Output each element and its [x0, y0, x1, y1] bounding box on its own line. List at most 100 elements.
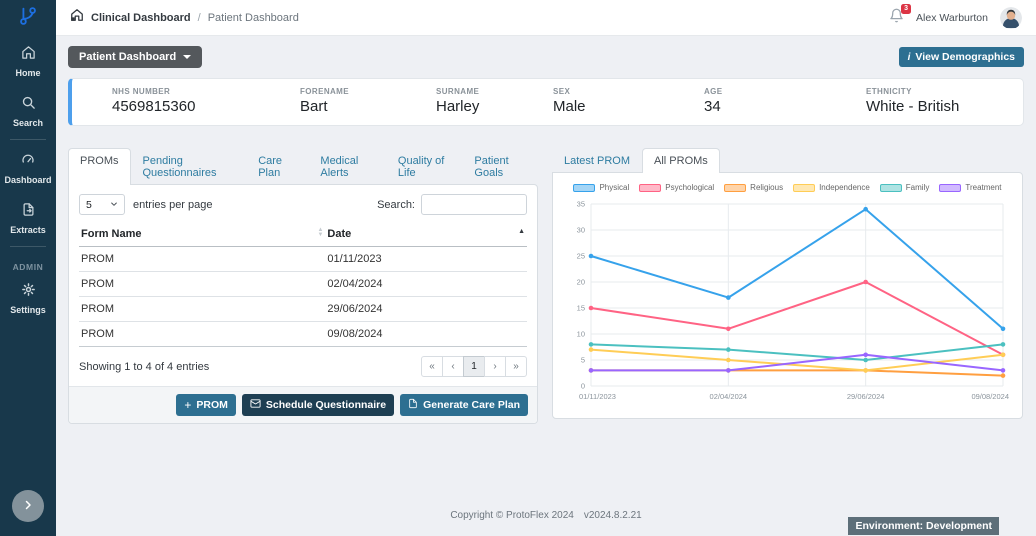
- tab-care-plan[interactable]: Care Plan: [246, 148, 308, 185]
- environment-badge: Environment: Development: [848, 517, 999, 535]
- table-row[interactable]: PROM 29/06/2024: [79, 296, 527, 322]
- search-label: Search:: [377, 198, 415, 211]
- pagination-first-button[interactable]: «: [421, 356, 443, 377]
- search-icon: [21, 95, 36, 115]
- avatar[interactable]: [1000, 6, 1022, 29]
- pagination-last-button[interactable]: »: [505, 356, 527, 377]
- column-header-form-name[interactable]: ▲ ▼ Form Name: [79, 223, 326, 247]
- proms-panel: PROMs Pending Questionnaires Care Plan M…: [68, 148, 538, 424]
- table-row[interactable]: PROM 09/08/2024: [79, 321, 527, 347]
- actions-footer: + PROM Schedule Questionnaire Generate C…: [69, 386, 537, 423]
- main-content: Patient Dashboard i View Demographics NH…: [56, 36, 1036, 536]
- schedule-questionnaire-button[interactable]: Schedule Questionnaire: [241, 394, 395, 416]
- tab-pending-questionnaires[interactable]: Pending Questionnaires: [131, 148, 247, 185]
- sort-icon: ▲ ▼: [317, 227, 324, 238]
- svg-text:20: 20: [577, 278, 585, 287]
- table-row[interactable]: PROM 01/11/2023: [79, 246, 527, 272]
- breadcrumb-root-link[interactable]: Clinical Dashboard: [91, 12, 191, 24]
- chart-legend: Physical Psychological Religious Indepen…: [563, 183, 1012, 192]
- tab-latest-prom[interactable]: Latest PROM: [552, 148, 642, 173]
- view-demographics-button[interactable]: i View Demographics: [898, 47, 1024, 67]
- table-summary: Showing 1 to 4 of 4 entries: [79, 360, 210, 373]
- tab-quality-of-life[interactable]: Quality of Life: [386, 148, 463, 185]
- tab-medical-alerts[interactable]: Medical Alerts: [308, 148, 385, 185]
- patient-summary-banner: NHS NUMBER 4569815360 FORENAME Bart SURN…: [68, 78, 1024, 126]
- sidebar-divider: [10, 139, 46, 140]
- svg-text:29/06/2024: 29/06/2024: [847, 392, 885, 401]
- breadcrumb: Clinical Dashboard / Patient Dashboard: [70, 8, 299, 27]
- legend-swatch: [879, 183, 902, 192]
- sidebar-item-settings[interactable]: Settings: [0, 273, 56, 323]
- table-controls: 5 entries per page Search:: [69, 185, 537, 223]
- legend-item-family[interactable]: Family: [879, 183, 929, 192]
- pagination-page-1-button[interactable]: 1: [463, 356, 485, 377]
- legend-item-physical[interactable]: Physical: [573, 183, 629, 192]
- legend-item-psychological[interactable]: Psychological: [639, 183, 714, 192]
- tab-all-proms[interactable]: All PROMs: [642, 148, 720, 173]
- tab-patient-goals[interactable]: Patient Goals: [462, 148, 538, 185]
- sidebar-item-dashboard[interactable]: Dashboard: [0, 143, 56, 193]
- chevron-right-icon: [22, 499, 34, 514]
- notifications-button[interactable]: 3: [889, 3, 912, 28]
- page-toolbar: Patient Dashboard i View Demographics: [68, 46, 1024, 68]
- table-row[interactable]: PROM 02/04/2024: [79, 271, 527, 297]
- dashboard-icon: [20, 152, 36, 172]
- sidebar-item-extracts[interactable]: Extracts: [0, 193, 56, 243]
- git-branch-logo-icon: [17, 5, 39, 32]
- svg-text:15: 15: [577, 304, 585, 313]
- breadcrumb-home-icon: [70, 8, 84, 27]
- legend-item-independence[interactable]: Independence: [793, 183, 870, 192]
- chevron-down-icon: [110, 199, 118, 211]
- legend-item-treatment[interactable]: Treatment: [939, 183, 1002, 192]
- svg-text:35: 35: [577, 200, 585, 209]
- legend-swatch: [724, 183, 747, 192]
- svg-text:0: 0: [581, 382, 585, 391]
- legend-swatch: [793, 183, 816, 192]
- proms-card: 5 entries per page Search: ▲ ▼ Form Name…: [68, 184, 538, 424]
- gear-icon: [21, 282, 36, 302]
- generate-care-plan-button[interactable]: Generate Care Plan: [400, 394, 528, 416]
- pagination-next-button[interactable]: ›: [484, 356, 506, 377]
- plus-icon: +: [184, 398, 192, 412]
- proms-line-chart: 0 5 10 15 20 25 30 35 01/11/2023 02/04/2024 29/06/…: [577, 200, 1009, 402]
- pagination-prev-button[interactable]: ‹: [442, 356, 464, 377]
- envelope-icon: [250, 398, 261, 412]
- patient-field-age: AGE 34: [704, 87, 723, 115]
- patient-field-surname: SURNAME Harley: [436, 87, 480, 115]
- svg-text:02/04/2024: 02/04/2024: [710, 392, 748, 401]
- copyright-text: Copyright © ProtoFlex 2024: [450, 510, 574, 521]
- legend-item-religious[interactable]: Religious: [724, 183, 783, 192]
- dashboard-switcher-button[interactable]: Patient Dashboard: [68, 46, 203, 68]
- breadcrumb-separator: /: [197, 11, 201, 24]
- add-prom-button[interactable]: + PROM: [176, 394, 236, 416]
- table-footer-row: Showing 1 to 4 of 4 entries « ‹ 1 › »: [69, 347, 537, 386]
- caret-down-icon: [183, 55, 192, 59]
- entries-per-page-select[interactable]: 5: [79, 194, 125, 215]
- notification-count-badge: 3: [901, 3, 912, 14]
- sort-ascending-icon: ▲: [518, 228, 525, 235]
- sidebar: Home Search Dashboard Extracts ADMIN Set…: [0, 0, 56, 536]
- patient-field-sex: SEX Male: [553, 87, 586, 115]
- sidebar-divider: [10, 246, 46, 247]
- patient-field-ethnicity: ETHNICITY White - British: [866, 87, 960, 115]
- patient-field-nhs-number: NHS NUMBER 4569815360: [112, 87, 196, 115]
- app-logo[interactable]: [0, 0, 56, 36]
- version-text: v2024.8.2.21: [583, 510, 642, 521]
- tab-proms[interactable]: PROMs: [68, 148, 131, 185]
- sidebar-item-search[interactable]: Search: [0, 86, 56, 136]
- column-header-date[interactable]: ▲ Date: [325, 223, 527, 247]
- svg-text:01/11/2023: 01/11/2023: [579, 392, 616, 401]
- proms-tab-bar: PROMs Pending Questionnaires Care Plan M…: [68, 148, 538, 185]
- patient-field-forename: FORENAME Bart: [300, 87, 349, 115]
- proms-table: ▲ ▼ Form Name ▲ Date PROM 01/11/2023 PRO…: [79, 223, 527, 347]
- legend-swatch: [639, 183, 662, 192]
- search-input[interactable]: [421, 194, 527, 215]
- legend-swatch: [939, 183, 962, 192]
- sidebar-item-home[interactable]: Home: [0, 36, 56, 86]
- svg-text:5: 5: [581, 356, 585, 365]
- legend-swatch: [573, 183, 596, 192]
- entries-per-page-label: entries per page: [133, 198, 213, 211]
- sidebar-collapse-toggle[interactable]: [12, 490, 44, 522]
- topbar-user-area: 3 Alex Warburton: [889, 3, 1022, 29]
- info-icon: i: [907, 51, 911, 63]
